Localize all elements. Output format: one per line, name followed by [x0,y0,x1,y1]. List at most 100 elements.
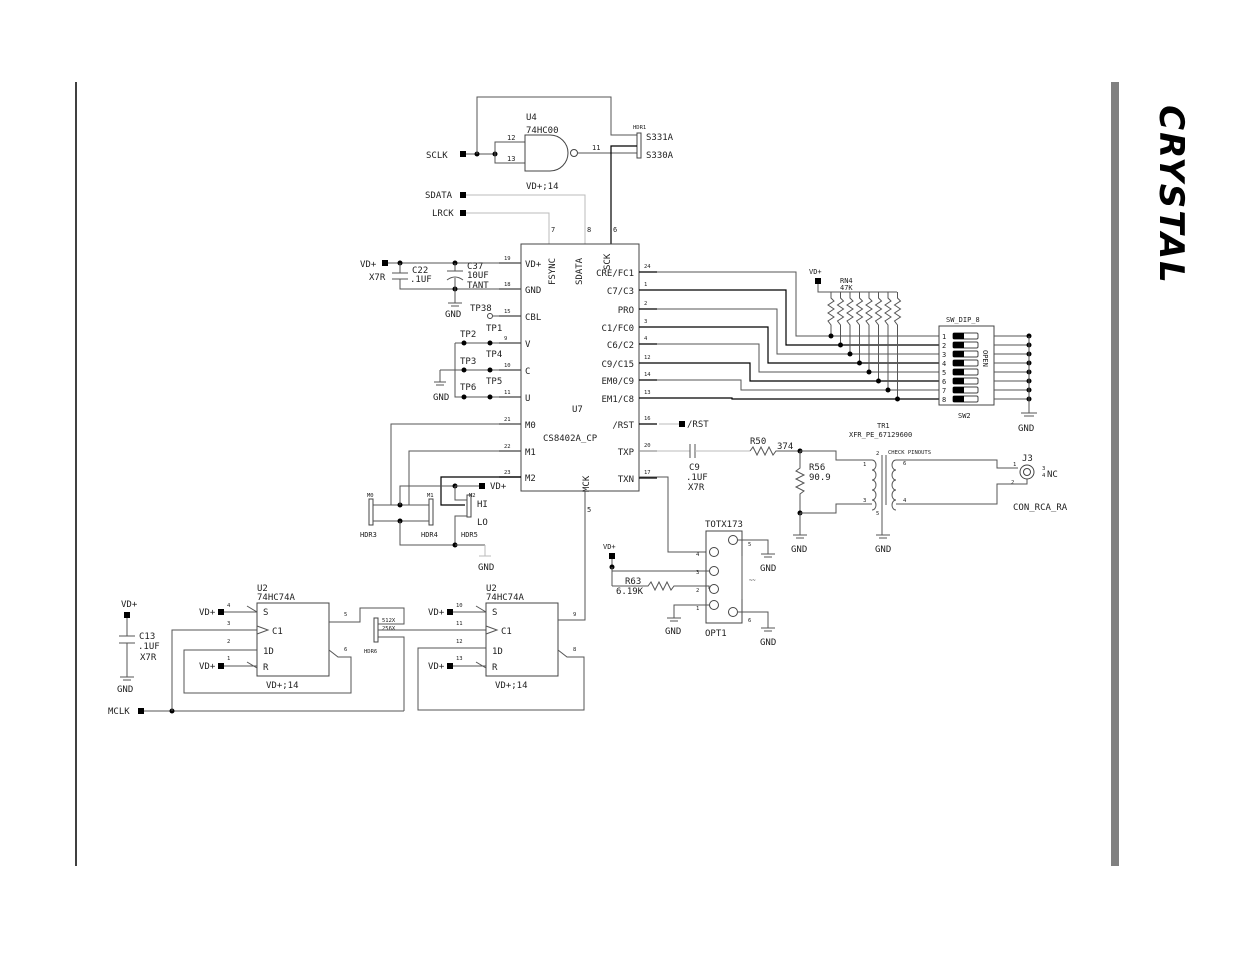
rn4-resistor [827,292,835,336]
hdr1-ref: HDR1 [633,125,646,131]
u7-pin-name: M2 [525,474,536,484]
sw2-position-label: 5 [942,369,946,377]
tp1-label: TP1 [486,324,502,334]
gnd-label-c13: GND [117,685,133,695]
u2a-power: VD+;14 [266,681,299,691]
sw2-position-label: 4 [942,360,946,368]
u4-pin-13: 13 [507,155,515,163]
u2a-part: 74HC74A [257,593,296,603]
u7-pin-num: 20 [644,443,651,449]
u7-pin-name: U [525,394,530,404]
c22-value: .1UF [410,275,432,285]
u2a-D: 1D [263,647,274,657]
u2b-pin-13: 13 [456,656,463,662]
tp4-label: TP4 [486,350,502,360]
vdplus-port-c13[interactable] [124,612,130,618]
u7-pin-num: 4 [644,336,648,342]
hdr1-header[interactable]: HDR1 S331A S330A [610,125,674,244]
u7-pin-name: V [525,340,531,350]
u7-pin-name: VD+ [525,260,542,270]
sw2-position-label: 8 [942,396,946,404]
lrck-label: LRCK [432,209,454,219]
u7-pin-name: TXP [618,448,635,458]
r63-ref: R63 [625,577,641,587]
vdplus-label-rn4: VD+ [809,268,822,276]
u7-pin-name: M1 [525,448,536,458]
c37-type: TANT [467,281,489,291]
tp5-label: TP5 [486,377,502,387]
hdr3[interactable] [368,498,374,526]
u7-pin-num: 3 [644,319,647,325]
sw2-position-label: 3 [942,351,946,359]
hdr5-ref: HDR5 [461,531,478,539]
c13-type: X7R [140,653,157,663]
u7-pin-num: 13 [644,390,651,396]
rst-port[interactable] [679,421,685,427]
svg-text:~~: ~~ [749,578,756,584]
u2b-C1: C1 [501,627,512,637]
tr1-pin-1: 1 [863,462,866,468]
u2b-part: 74HC74A [486,593,525,603]
u7-ref: U7 [572,405,583,415]
u7-pin-num: 24 [644,264,651,270]
sw2-open: OPEN [981,350,989,367]
tr1-primary [871,459,877,511]
sclk-port[interactable] [460,151,466,157]
u4-ref: U4 [526,113,537,123]
u4-pin-12: 12 [507,134,515,142]
vdplus-port-u2a-r[interactable] [218,663,224,669]
u7-pin-name: C [525,367,530,377]
lrck-port[interactable] [460,210,466,216]
j3-ref: J3 [1022,454,1033,464]
sw2-position-label: 2 [942,342,946,350]
mclk-port[interactable] [138,708,144,714]
j3-pin-2: 2 [1011,480,1014,486]
schematic-sheet: CRYSTAL SCLK 12 13 11 U4 74HC00 VD+;14 H… [75,82,1191,866]
hdr6-ref: HDR6 [364,649,377,655]
gnd-label-opt6: GND [760,638,776,648]
u7-pin-8: 8 [587,226,591,234]
sw2-ref: SW2 [958,412,971,420]
u4-power: VD+;14 [526,182,559,192]
hdr4[interactable] [428,498,434,526]
u7-pin-name: C6/C2 [607,341,634,351]
u7-pin-num: 11 [504,390,511,396]
rn4-and-sw2: VD+ RN4 47K SW_DIP_8 SW2 OPEN 12345678 G… [809,268,1037,434]
r56-resistor [794,451,806,513]
sclk-label: SCLK [426,151,448,161]
vdplus-port-u2b-r[interactable] [447,663,453,669]
vdplus-port-u2a-s[interactable] [218,609,224,615]
u2b-R: R [492,663,498,673]
sw2-part: SW_DIP_8 [946,316,980,324]
u2b-power: VD+;14 [495,681,528,691]
u4-part: 74HC00 [526,126,559,136]
gnd-label-hdr: GND [478,563,494,573]
vdplus-port-hdr[interactable] [479,483,485,489]
vdplus-port-opt[interactable] [609,553,615,559]
u7-pin-num: 19 [504,256,511,262]
tr1-part: XFR_PE_67129600 [849,431,912,439]
rn4-value: 47K [840,284,853,292]
c9-value: .1UF [686,473,708,483]
u2b-pin-10: 10 [456,603,463,609]
opt1-ref: OPT1 [705,629,727,639]
vdplus-label-u2b-s: VD+ [428,608,445,618]
vdplus-port-rn4[interactable] [815,278,821,284]
u2a-pin-1: 1 [227,656,230,662]
c9-type: X7R [688,483,705,493]
vdplus-label-u2a-r: VD+ [199,662,216,672]
opt1-pin-6: 6 [748,618,751,624]
vdplus-port[interactable] [382,260,388,266]
r50-ref: R50 [750,437,766,447]
sdata-port[interactable] [460,192,466,198]
sw2-position-label: 6 [942,378,946,386]
u7-pin-num: 2 [644,301,647,307]
u7-pin-num: 15 [504,309,511,315]
c22-type: X7R [369,273,386,283]
u2a-pin-6: 6 [344,647,347,653]
tr1-note: CHECK PINOUTS [888,450,931,456]
vdplus-port-u2b-s[interactable] [447,609,453,615]
rn4-resistor [855,292,864,363]
mclk-label: MCLK [108,707,130,717]
sw2-position-label: 7 [942,387,946,395]
